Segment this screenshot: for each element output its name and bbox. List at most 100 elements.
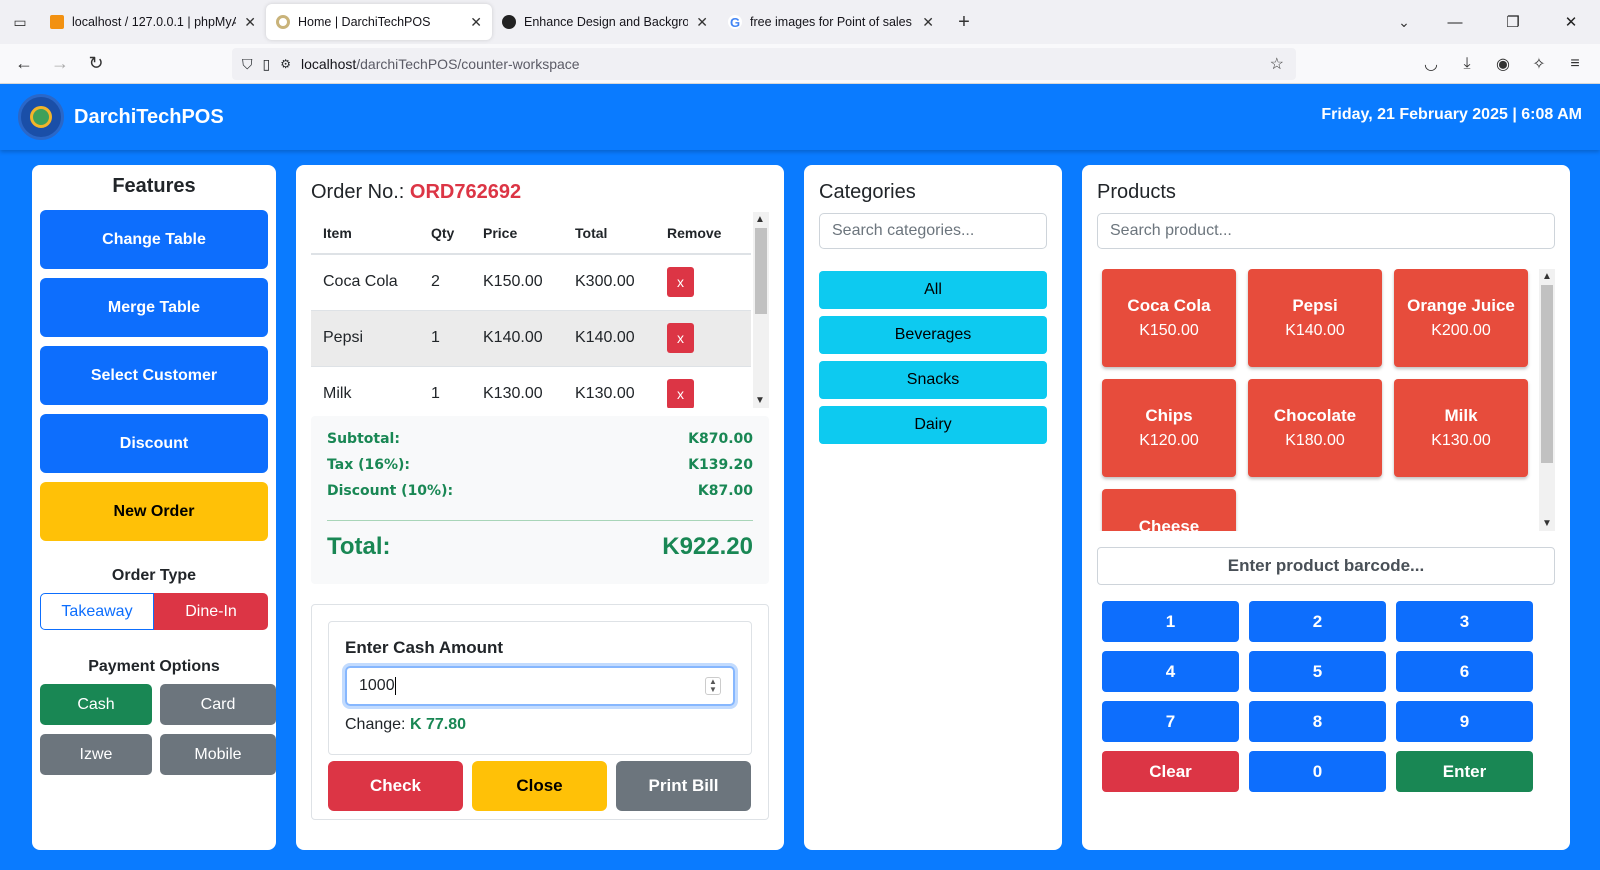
browser-tab-darchitechpos[interactable]: Home | DarchiTechPOS ✕ bbox=[266, 4, 492, 40]
url-path: /darchiTechPOS/counter-workspace bbox=[356, 56, 580, 72]
izwe-button[interactable]: Izwe bbox=[40, 734, 152, 775]
close-tab-icon[interactable]: ✕ bbox=[922, 14, 934, 31]
close-button[interactable]: Close bbox=[472, 761, 607, 811]
item-qty: 1 bbox=[419, 310, 471, 367]
reload-icon[interactable]: ↻ bbox=[78, 46, 114, 82]
pocket-icon[interactable]: ◡ bbox=[1416, 48, 1446, 80]
change-value: K 77.80 bbox=[409, 716, 466, 733]
order-table-scrollbar[interactable]: ▲ ▼ bbox=[753, 212, 769, 408]
menu-icon[interactable]: ≡ bbox=[1560, 48, 1590, 80]
browser-tab-phpmyadmin[interactable]: localhost / 127.0.0.1 | phpMyAdmin ✕ bbox=[40, 4, 266, 40]
key-8-button[interactable]: 8 bbox=[1249, 701, 1386, 742]
close-tab-icon[interactable]: ✕ bbox=[244, 14, 256, 31]
account-icon[interactable]: ◉ bbox=[1488, 48, 1518, 80]
product-card[interactable]: Chocolate K180.00 bbox=[1248, 379, 1382, 477]
order-items-table[interactable]: Item Qty Price Total Remove Coca Cola 2 … bbox=[311, 212, 769, 408]
close-tab-icon[interactable]: ✕ bbox=[696, 14, 708, 31]
remove-item-button[interactable]: x bbox=[667, 323, 694, 353]
products-panel: Products Search product... Coca Cola K150… bbox=[1082, 165, 1570, 850]
restore-icon[interactable]: ❐ bbox=[1484, 0, 1542, 44]
close-window-icon[interactable]: ✕ bbox=[1542, 0, 1600, 44]
category-search-input[interactable]: Search categories... bbox=[819, 213, 1047, 249]
product-card[interactable]: Pepsi K140.00 bbox=[1248, 269, 1382, 367]
check-button[interactable]: Check bbox=[328, 761, 463, 811]
product-card[interactable]: Milk K130.00 bbox=[1394, 379, 1528, 477]
change-table-button[interactable]: Change Table bbox=[40, 210, 268, 269]
key-enter-button[interactable]: Enter bbox=[1396, 751, 1533, 792]
product-card[interactable]: Cheese bbox=[1102, 489, 1236, 531]
key-3-button[interactable]: 3 bbox=[1396, 601, 1533, 642]
product-search-input[interactable]: Search product... bbox=[1097, 213, 1555, 249]
takeaway-button[interactable]: Takeaway bbox=[40, 593, 154, 630]
product-name: Coca Cola bbox=[1127, 296, 1211, 315]
shield-icon[interactable]: ⛉ bbox=[242, 56, 253, 73]
product-price: K150.00 bbox=[1139, 322, 1199, 339]
key-clear-button[interactable]: Clear bbox=[1102, 751, 1239, 792]
categories-title: Categories bbox=[819, 181, 916, 203]
close-tab-icon[interactable]: ✕ bbox=[470, 14, 482, 31]
tab-list-icon[interactable]: ▭ bbox=[0, 0, 40, 44]
extensions-icon[interactable]: ✧ bbox=[1524, 48, 1554, 80]
minimize-icon[interactable]: — bbox=[1426, 0, 1484, 44]
key-2-button[interactable]: 2 bbox=[1249, 601, 1386, 642]
scroll-up-icon[interactable]: ▲ bbox=[755, 214, 765, 225]
barcode-input[interactable]: Enter product barcode... bbox=[1097, 547, 1555, 585]
features-panel: Features Change Table Merge Table Select… bbox=[32, 165, 276, 850]
product-card[interactable]: Chips K120.00 bbox=[1102, 379, 1236, 477]
scroll-down-icon[interactable]: ▼ bbox=[755, 395, 765, 406]
discount-button[interactable]: Discount bbox=[40, 414, 268, 473]
forward-icon[interactable]: → bbox=[42, 46, 78, 82]
category-beverages-button[interactable]: Beverages bbox=[819, 316, 1047, 354]
category-snacks-button[interactable]: Snacks bbox=[819, 361, 1047, 399]
remove-item-button[interactable]: x bbox=[667, 379, 694, 408]
new-order-button[interactable]: New Order bbox=[40, 482, 268, 541]
print-bill-button[interactable]: Print Bill bbox=[616, 761, 751, 811]
product-card[interactable]: Coca Cola K150.00 bbox=[1102, 269, 1236, 367]
item-total: K140.00 bbox=[563, 310, 655, 367]
scrollbar-thumb[interactable] bbox=[1541, 285, 1553, 463]
brand-name: DarchiTechPOS bbox=[74, 105, 224, 128]
order-type-toggle: Takeaway Dine-In bbox=[40, 593, 268, 630]
new-tab-icon[interactable]: + bbox=[944, 0, 984, 44]
card-button[interactable]: Card bbox=[160, 684, 276, 725]
url-bar[interactable]: ⛉ ▯ ⚙ localhost/darchiTechPOS/counter-wo… bbox=[232, 48, 1296, 80]
product-card[interactable]: Orange Juice K200.00 bbox=[1394, 269, 1528, 367]
key-1-button[interactable]: 1 bbox=[1102, 601, 1239, 642]
product-price: K130.00 bbox=[1431, 432, 1491, 449]
remove-item-button[interactable]: x bbox=[667, 267, 694, 298]
scroll-down-icon[interactable]: ▼ bbox=[1542, 518, 1552, 529]
browser-tab-bar: ▭ localhost / 127.0.0.1 | phpMyAdmin ✕ H… bbox=[0, 0, 1600, 44]
cash-amount-label: Enter Cash Amount bbox=[345, 638, 504, 657]
cash-amount-input[interactable]: 1000 ▲ ▼ bbox=[345, 666, 735, 706]
mobile-button[interactable]: Mobile bbox=[160, 734, 276, 775]
select-customer-button[interactable]: Select Customer bbox=[40, 346, 268, 405]
back-icon[interactable]: ← bbox=[6, 46, 42, 82]
column-header: Item bbox=[311, 212, 419, 255]
key-7-button[interactable]: 7 bbox=[1102, 701, 1239, 742]
scrollbar-thumb[interactable] bbox=[755, 228, 767, 314]
merge-table-button[interactable]: Merge Table bbox=[40, 278, 268, 337]
key-9-button[interactable]: 9 bbox=[1396, 701, 1533, 742]
cash-button[interactable]: Cash bbox=[40, 684, 152, 725]
payment-options-label: Payment Options bbox=[88, 658, 220, 675]
permissions-icon[interactable]: ⚙ bbox=[280, 57, 291, 71]
download-icon[interactable]: ⤓ bbox=[1452, 48, 1482, 80]
key-5-button[interactable]: 5 bbox=[1249, 651, 1386, 692]
key-0-button[interactable]: 0 bbox=[1249, 751, 1386, 792]
product-grid-scrollbar[interactable]: ▲ ▼ bbox=[1539, 269, 1555, 531]
key-4-button[interactable]: 4 bbox=[1102, 651, 1239, 692]
dine-in-button[interactable]: Dine-In bbox=[154, 593, 268, 630]
categories-panel: Categories Search categories... All Beve… bbox=[804, 165, 1062, 850]
tab-title: Enhance Design and Background bbox=[524, 15, 689, 29]
scroll-up-icon[interactable]: ▲ bbox=[1542, 271, 1552, 282]
browser-tab-google[interactable]: G free images for Point of sales in ✕ bbox=[718, 4, 944, 40]
browser-tab-chatgpt[interactable]: Enhance Design and Background ✕ bbox=[492, 4, 718, 40]
key-6-button[interactable]: 6 bbox=[1396, 651, 1533, 692]
window-controls: — ❐ ✕ bbox=[1426, 0, 1600, 44]
category-all-button[interactable]: All bbox=[819, 271, 1047, 309]
number-spinner-icon[interactable]: ▲ ▼ bbox=[705, 677, 721, 695]
app-logo bbox=[18, 94, 64, 140]
chevron-down-icon[interactable]: ⌄ bbox=[1384, 0, 1424, 44]
category-dairy-button[interactable]: Dairy bbox=[819, 406, 1047, 444]
bookmark-star-icon[interactable]: ☆ bbox=[1270, 54, 1284, 74]
